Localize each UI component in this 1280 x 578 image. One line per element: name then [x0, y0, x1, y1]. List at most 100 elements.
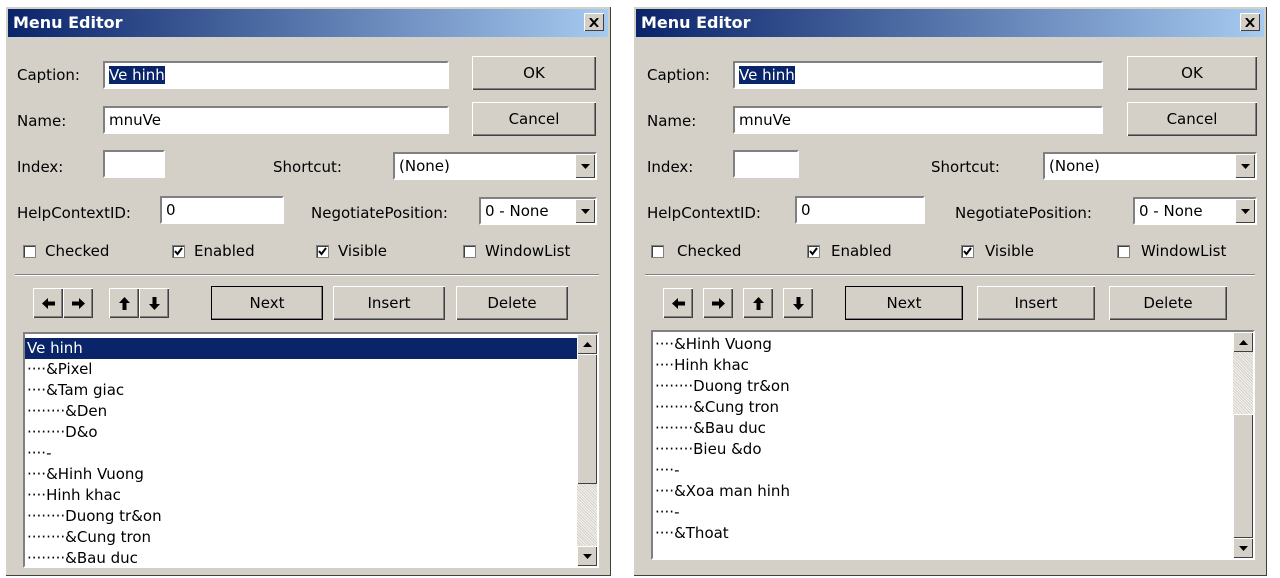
enabled-checkbox[interactable]: [172, 245, 185, 258]
menu-list-item[interactable]: ········Duong tr&on: [25, 506, 577, 527]
scroll-thumb[interactable]: [577, 354, 597, 484]
checked-checkbox[interactable]: [651, 245, 664, 258]
ok-label: OK: [523, 64, 545, 82]
shortcut-select[interactable]: (None): [1043, 152, 1257, 180]
visible-checkbox[interactable]: [961, 245, 974, 258]
caption-value: Ve hinh: [109, 66, 165, 84]
helpcontextid-input[interactable]: 0: [160, 196, 284, 224]
cancel-button[interactable]: Cancel: [1127, 102, 1257, 136]
index-input[interactable]: [733, 150, 799, 178]
windowlist-label: WindowList: [485, 242, 571, 260]
arrow-up-icon: [1238, 339, 1248, 345]
scroll-up-button[interactable]: [1233, 332, 1253, 352]
negotiateposition-select[interactable]: 0 - None: [479, 197, 597, 225]
arrow-down-icon: [582, 553, 592, 559]
insert-button[interactable]: Insert: [333, 286, 445, 320]
insert-label: Insert: [1014, 294, 1058, 312]
name-input[interactable]: mnuVe: [103, 106, 449, 134]
shortcut-label: Shortcut:: [931, 158, 1000, 176]
enabled-checkbox[interactable]: [807, 245, 820, 258]
close-button[interactable]: [584, 13, 604, 31]
shortcut-select[interactable]: (None): [393, 152, 597, 180]
close-icon: [1245, 17, 1255, 27]
arrow-down-icon: [1238, 545, 1248, 551]
windowlist-checkbox[interactable]: [1117, 245, 1130, 258]
move-down-button[interactable]: [783, 288, 813, 318]
cancel-button[interactable]: Cancel: [472, 102, 596, 136]
index-input[interactable]: [103, 150, 165, 178]
helpcontextid-label: HelpContextID:: [647, 204, 761, 222]
chevron-down-icon[interactable]: [575, 154, 595, 178]
menu-list-item[interactable]: ····&Xoa man hinh: [653, 481, 1233, 502]
negotiateposition-select[interactable]: 0 - None: [1133, 197, 1257, 225]
negotiateposition-label: NegotiatePosition:: [311, 204, 448, 222]
caption-label: Caption:: [17, 66, 80, 84]
vertical-scrollbar[interactable]: [577, 334, 597, 566]
delete-button[interactable]: Delete: [456, 286, 568, 320]
menu-list-item[interactable]: ········Duong tr&on: [653, 376, 1233, 397]
arrow-up-icon: [582, 341, 592, 347]
arrow-up-icon: [752, 296, 764, 310]
ok-button[interactable]: OK: [1127, 56, 1257, 90]
negotiateposition-value: 0 - None: [1139, 202, 1203, 220]
name-input[interactable]: mnuVe: [733, 106, 1103, 134]
move-right-button[interactable]: [63, 288, 93, 318]
close-button[interactable]: [1240, 13, 1260, 31]
menu-list-item[interactable]: ········&Cung tron: [653, 397, 1233, 418]
menu-list-item[interactable]: ········&Bau duc: [25, 548, 577, 566]
move-left-button[interactable]: [663, 288, 693, 318]
visible-checkbox[interactable]: [316, 245, 329, 258]
helpcontextid-input[interactable]: 0: [795, 196, 925, 224]
menu-list-item[interactable]: ····Hinh khac: [653, 355, 1233, 376]
scroll-thumb[interactable]: [1233, 414, 1253, 538]
scroll-down-button[interactable]: [577, 546, 597, 566]
menu-list-item[interactable]: ····&Tam giac: [25, 380, 577, 401]
menu-list-item[interactable]: ····&Hinh Vuong: [25, 464, 577, 485]
menu-list-item[interactable]: ····&Thoat: [653, 523, 1233, 544]
move-right-button[interactable]: [703, 288, 733, 318]
menu-list-item[interactable]: ········&Cung tron: [25, 527, 577, 548]
ok-button[interactable]: OK: [472, 56, 596, 90]
menu-list-item[interactable]: ········&Bau duc: [653, 418, 1233, 439]
vertical-scrollbar[interactable]: [1233, 332, 1253, 558]
menu-list-item[interactable]: ····-: [25, 443, 577, 464]
scroll-down-button[interactable]: [1233, 538, 1253, 558]
next-button[interactable]: Next: [211, 286, 323, 320]
move-up-button[interactable]: [109, 288, 139, 318]
arrow-right-icon: [711, 297, 725, 309]
delete-button[interactable]: Delete: [1109, 286, 1227, 320]
move-down-button[interactable]: [139, 288, 169, 318]
chevron-down-icon[interactable]: [1235, 199, 1255, 223]
arrow-down-icon: [792, 296, 804, 310]
menu-items-list[interactable]: ····&Hinh Vuong ····Hinh khac ········Duon…: [651, 330, 1255, 560]
index-label: Index:: [17, 158, 64, 176]
checked-checkbox[interactable]: [23, 245, 36, 258]
visible-label: Visible: [338, 242, 387, 260]
menu-list-item[interactable]: Ve hinh: [25, 338, 577, 359]
menu-list-item[interactable]: ····Hinh khac: [25, 485, 577, 506]
arrow-left-icon: [671, 297, 685, 309]
menu-list-item[interactable]: ····&Hinh Vuong: [653, 334, 1233, 355]
move-left-button[interactable]: [33, 288, 63, 318]
next-button[interactable]: Next: [845, 286, 963, 320]
caption-input[interactable]: Ve hinh: [103, 61, 449, 89]
chevron-down-icon[interactable]: [1235, 154, 1255, 178]
chevron-down-icon[interactable]: [575, 199, 595, 223]
menu-list-item[interactable]: ········&Den: [25, 401, 577, 422]
title-bar: Menu Editor: [8, 9, 608, 37]
menu-list-item[interactable]: ····-: [653, 502, 1233, 523]
checkmark-icon: [318, 247, 327, 256]
windowlist-checkbox[interactable]: [463, 245, 476, 258]
menu-list-item[interactable]: ········Bieu &do: [653, 439, 1233, 460]
move-up-button[interactable]: [743, 288, 773, 318]
menu-list-item[interactable]: ····&Pixel: [25, 359, 577, 380]
menu-list-item[interactable]: ········D&o: [25, 422, 577, 443]
delete-label: Delete: [1143, 294, 1193, 312]
name-label: Name:: [17, 112, 67, 130]
menu-items-list[interactable]: Ve hinh ····&Pixel ····&Tam giac ········&D…: [23, 332, 599, 568]
insert-button[interactable]: Insert: [977, 286, 1095, 320]
scroll-up-button[interactable]: [577, 334, 597, 354]
menu-list-item[interactable]: ····-: [653, 460, 1233, 481]
caption-input[interactable]: Ve hinh: [733, 61, 1103, 89]
separator: [645, 274, 1255, 276]
